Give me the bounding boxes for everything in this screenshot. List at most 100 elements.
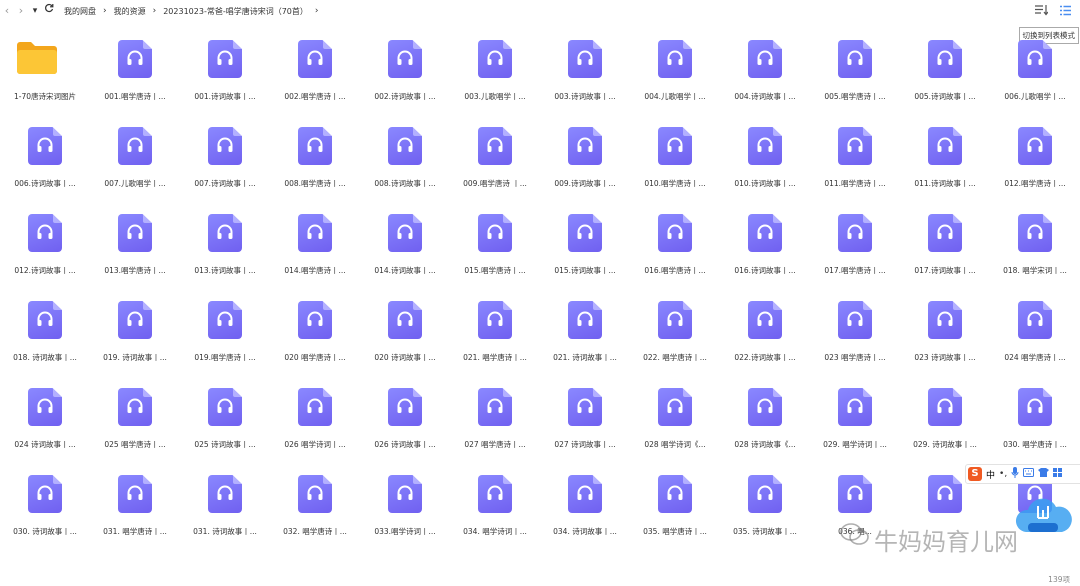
file-tile[interactable]: 006.儿歌唱学丨...	[990, 36, 1080, 123]
file-tile[interactable]: 035. 诗词故事丨...	[720, 471, 810, 558]
file-tile[interactable]: 010.唱学唐诗丨...	[630, 123, 720, 210]
breadcrumb-my-disk[interactable]: 我的网盘	[62, 6, 98, 17]
file-tile[interactable]: 026 唱学诗词丨...	[270, 384, 360, 471]
file-tile[interactable]: 012.诗词故事丨...	[0, 210, 90, 297]
file-tile[interactable]: 021. 唱学唐诗丨...	[450, 297, 540, 384]
file-tile[interactable]: 008.唱学唐诗丨...	[270, 123, 360, 210]
file-tile[interactable]: 005.诗词故事丨...	[900, 36, 990, 123]
file-tile[interactable]: 019. 诗词故事丨...	[90, 297, 180, 384]
file-tile[interactable]: 009.诗词故事丨...	[540, 123, 630, 210]
file-tile[interactable]: 022.诗词故事丨...	[720, 297, 810, 384]
file-tile[interactable]: 025 唱学唐诗丨...	[90, 384, 180, 471]
file-tile[interactable]: 007.儿歌唱学丨...	[90, 123, 180, 210]
file-tile[interactable]: 010.诗词故事丨...	[720, 123, 810, 210]
audio-file-icon	[298, 301, 332, 339]
breadcrumb-current-folder[interactable]: 20231023-常爸-唱学唐诗宋词（70首）	[161, 6, 310, 17]
file-tile[interactable]: 007.诗词故事丨...	[180, 123, 270, 210]
file-tile[interactable]: 020 唱学唐诗丨...	[270, 297, 360, 384]
file-tile[interactable]: 029. 唱学诗词丨...	[810, 384, 900, 471]
file-tile[interactable]: 023 诗词故事丨...	[900, 297, 990, 384]
file-label: 012.诗词故事丨...	[14, 266, 76, 275]
file-tile[interactable]: 018. 诗词故事丨...	[0, 297, 90, 384]
file-tile[interactable]: 002.唱学唐诗丨...	[270, 36, 360, 123]
breadcrumb-more-icon[interactable]: ›	[310, 6, 324, 16]
file-tile[interactable]: 029. 诗词故事丨...	[900, 384, 990, 471]
audio-file-icon	[838, 40, 872, 78]
audio-file-icon	[748, 475, 782, 513]
list-view-icon[interactable]	[1058, 3, 1072, 17]
punctuation-icon[interactable]: •,	[999, 469, 1007, 479]
file-tile[interactable]: 028 唱学诗词《...	[630, 384, 720, 471]
file-tile[interactable]: 035. 唱学唐诗丨...	[630, 471, 720, 558]
file-tile[interactable]: 004.诗词故事丨...	[720, 36, 810, 123]
file-tile[interactable]: 027 诗词故事丨...	[540, 384, 630, 471]
breadcrumb-my-resources[interactable]: 我的资源	[112, 6, 148, 17]
file-tile[interactable]: 011.诗词故事丨...	[900, 123, 990, 210]
file-tile[interactable]: 001.唱学唐诗丨...	[90, 36, 180, 123]
file-tile[interactable]: 003.儿歌唱学丨...	[450, 36, 540, 123]
ime-toolbar[interactable]: S 中 •,	[965, 464, 1080, 484]
file-tile[interactable]: 014.诗词故事丨...	[360, 210, 450, 297]
audio-file-icon	[298, 40, 332, 78]
file-tile[interactable]: 013.唱学唐诗丨...	[90, 210, 180, 297]
file-tile[interactable]: 025 诗词故事丨...	[180, 384, 270, 471]
file-tile[interactable]: 012.唱学唐诗丨...	[990, 123, 1080, 210]
file-tile[interactable]: 021. 诗词故事丨...	[540, 297, 630, 384]
file-label: 024 唱学唐诗丨...	[1004, 353, 1066, 362]
file-tile[interactable]: 014.唱学唐诗丨...	[270, 210, 360, 297]
file-tile[interactable]: 019.唱学唐诗丨...	[180, 297, 270, 384]
file-tile[interactable]: 002.诗词故事丨...	[360, 36, 450, 123]
file-tile[interactable]: 004.儿歌唱学丨...	[630, 36, 720, 123]
file-tile[interactable]: 008.诗词故事丨...	[360, 123, 450, 210]
file-tile[interactable]: 015.唱学唐诗丨...	[450, 210, 540, 297]
file-tile[interactable]: 005.唱学唐诗丨...	[810, 36, 900, 123]
history-dropdown-icon[interactable]: ▾	[28, 0, 42, 22]
audio-file-icon	[208, 475, 242, 513]
file-tile[interactable]: 031. 唱学唐诗丨...	[90, 471, 180, 558]
audio-file-icon	[388, 40, 422, 78]
file-tile[interactable]: 016.唱学唐诗丨...	[630, 210, 720, 297]
file-tile[interactable]: 016.诗词故事丨...	[720, 210, 810, 297]
skin-icon[interactable]	[1038, 468, 1050, 480]
ime-language[interactable]: 中	[986, 468, 995, 481]
keyboard-icon[interactable]	[1023, 468, 1035, 480]
microphone-icon[interactable]	[1011, 467, 1019, 481]
audio-file-icon	[838, 214, 872, 252]
refresh-icon[interactable]	[42, 0, 56, 22]
file-tile[interactable]: 020 诗词故事丨...	[360, 297, 450, 384]
file-tile[interactable]: 022. 唱学唐诗丨...	[630, 297, 720, 384]
back-icon[interactable]: ‹	[0, 0, 14, 22]
file-tile[interactable]: 001.诗词故事丨...	[180, 36, 270, 123]
file-tile[interactable]: 030. 诗词故事丨...	[0, 471, 90, 558]
file-tile[interactable]: 003.诗词故事丨...	[540, 36, 630, 123]
file-tile[interactable]: 033.唱学诗词丨...	[360, 471, 450, 558]
file-tile[interactable]: 009.唱学唐诗 丨...	[450, 123, 540, 210]
file-tile[interactable]: 024 诗词故事丨...	[0, 384, 90, 471]
file-tile[interactable]: 017.唱学唐诗丨...	[810, 210, 900, 297]
file-tile[interactable]: 031. 诗词故事丨...	[180, 471, 270, 558]
file-tile[interactable]: 017.诗词故事丨...	[900, 210, 990, 297]
file-label: 019. 诗词故事丨...	[103, 353, 167, 362]
audio-file-icon	[928, 127, 962, 165]
file-tile[interactable]: 011.唱学唐诗丨...	[810, 123, 900, 210]
file-tile[interactable]: 006.诗词故事丨...	[0, 123, 90, 210]
file-tile[interactable]: 028 诗词故事《...	[720, 384, 810, 471]
file-tile[interactable]: 034. 诗词故事丨...	[540, 471, 630, 558]
file-tile[interactable]: 018. 唱学宋词丨...	[990, 210, 1080, 297]
file-tile[interactable]: 027 唱学唐诗丨...	[450, 384, 540, 471]
file-tile[interactable]: 013.诗词故事丨...	[180, 210, 270, 297]
folder-tile[interactable]: 1-70唐诗宋词图片	[0, 36, 90, 123]
toolbox-icon[interactable]	[1053, 468, 1063, 480]
file-tile[interactable]: 034. 唱学诗词丨...	[450, 471, 540, 558]
file-label: 026 诗词故事丨...	[374, 440, 436, 449]
audio-file-icon	[748, 301, 782, 339]
sort-icon[interactable]	[1034, 3, 1048, 17]
file-tile[interactable]: 032. 唱学唐诗丨...	[270, 471, 360, 558]
forward-icon[interactable]: ›	[14, 0, 28, 22]
file-label: 003.儿歌唱学丨...	[464, 92, 526, 101]
file-tile[interactable]: 024 唱学唐诗丨...	[990, 297, 1080, 384]
file-tile[interactable]: 030. 唱学唐诗丨...	[990, 384, 1080, 471]
file-tile[interactable]: 026 诗词故事丨...	[360, 384, 450, 471]
file-tile[interactable]: 015.诗词故事丨...	[540, 210, 630, 297]
file-tile[interactable]: 023 唱学唐诗丨...	[810, 297, 900, 384]
